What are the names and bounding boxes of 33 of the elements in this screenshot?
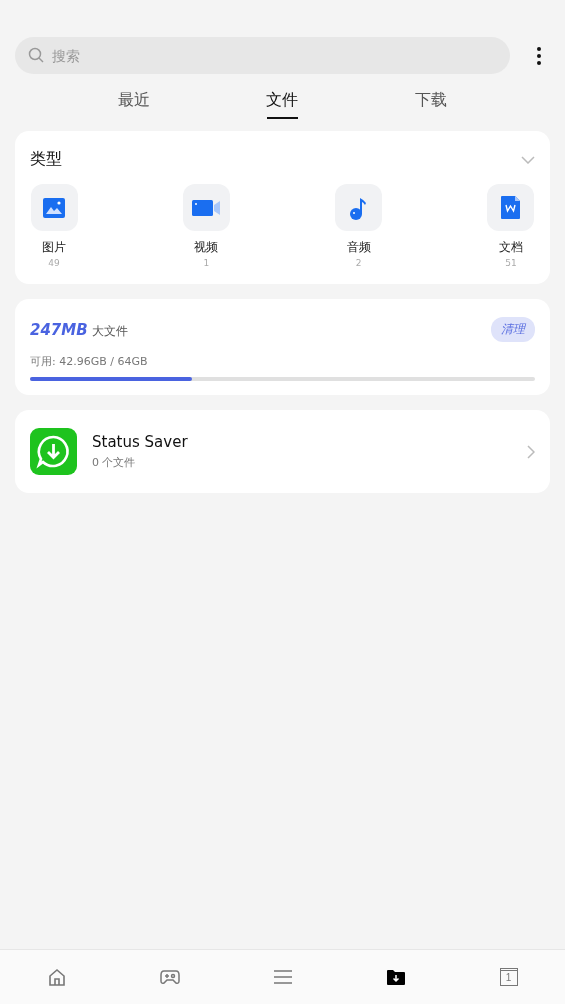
tab[interactable]: 下载	[415, 84, 447, 119]
download-chat-icon	[30, 428, 77, 475]
file-count: 49	[48, 258, 60, 268]
storage-available: 可用: 42.96GB / 64GB	[30, 354, 149, 369]
search-icon	[28, 47, 44, 63]
section-title: 类型	[30, 149, 62, 170]
tab[interactable]: 最近	[118, 84, 150, 119]
large-files-label: 大文件	[91, 323, 128, 338]
file-type-tile[interactable]	[30, 184, 78, 231]
app-name: Status Saver	[92, 433, 189, 451]
large-files-size: 247MB	[30, 320, 88, 339]
word-document-icon	[501, 196, 521, 219]
file-type-label: 图片	[42, 239, 66, 256]
file-type-label: 视频	[194, 239, 219, 256]
image-icon	[43, 197, 65, 218]
music-note-icon	[349, 195, 368, 220]
search-field[interactable]: 搜索	[15, 37, 510, 74]
file-type-label: 文档	[499, 239, 523, 256]
video-camera-icon	[192, 199, 221, 216]
clean-button[interactable]: 清理	[491, 317, 535, 342]
app-row[interactable]: Status Saver 0 个文件	[15, 410, 550, 493]
chevron-right-icon	[527, 444, 535, 459]
file-type-label: 音频	[346, 239, 371, 256]
file-type-tile[interactable]	[182, 184, 230, 231]
tabs-icon: 1	[499, 968, 518, 986]
file-type-tile[interactable]	[487, 184, 535, 231]
file-count: 0 个文件	[92, 455, 137, 470]
file-type-tile[interactable]	[335, 184, 383, 231]
tab[interactable]: 文件	[267, 84, 298, 119]
nav-button[interactable]: 1	[493, 962, 524, 992]
file-count: 2	[355, 258, 362, 268]
file-count: 1	[203, 258, 210, 268]
file-count: 51	[505, 258, 517, 268]
